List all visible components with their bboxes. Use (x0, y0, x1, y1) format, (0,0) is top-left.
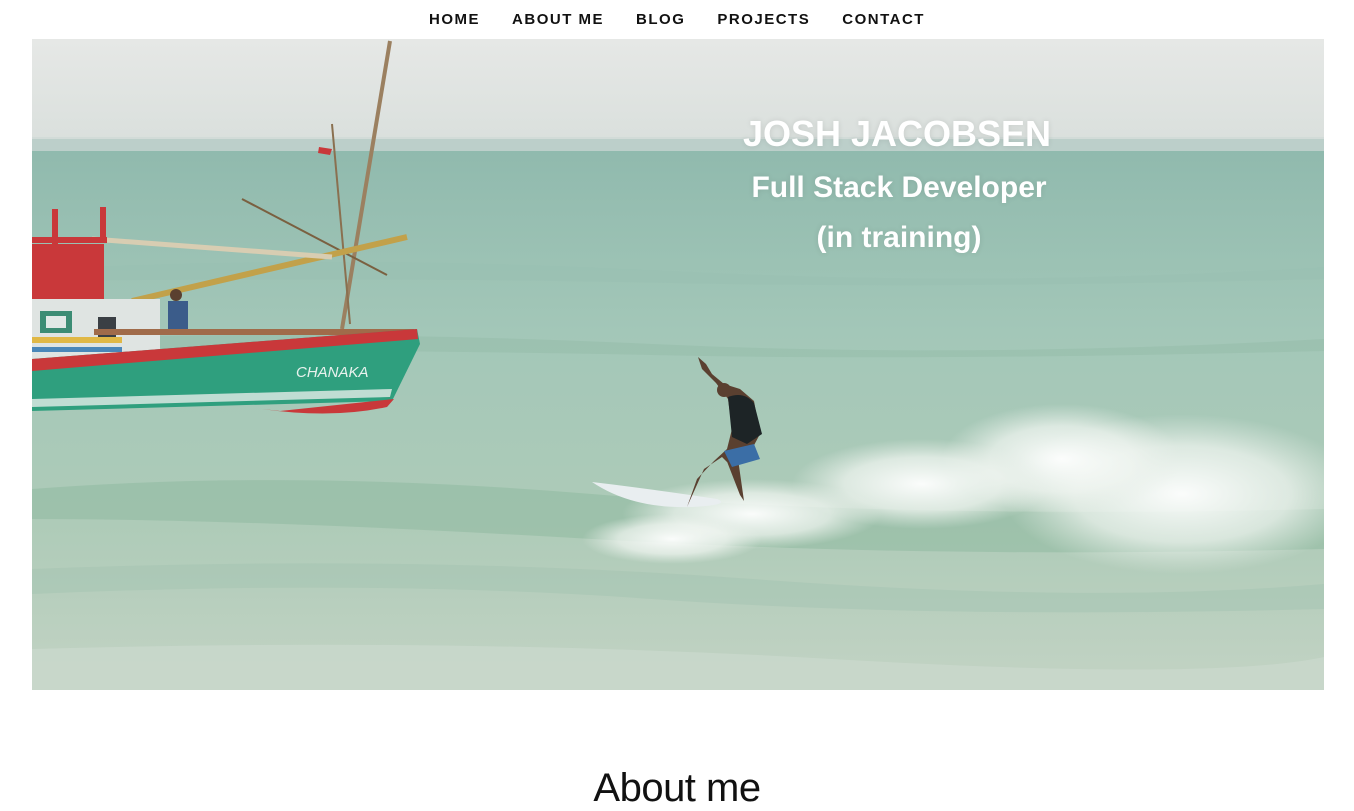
about-me-heading: About me (593, 766, 761, 810)
nav-contact[interactable]: CONTACT (842, 12, 925, 27)
nav-projects[interactable]: PROJECTS (717, 12, 810, 27)
nav-about-me[interactable]: ABOUT ME (512, 12, 604, 27)
boat-name-text: CHANAKA (296, 364, 369, 381)
hero-photo-surfer: CHANAKA (32, 39, 1324, 690)
nav-home[interactable]: HOME (429, 12, 480, 27)
hero-banner: CHANAKA JOSH JACOBSEN Full Stack Develop… (32, 39, 1324, 690)
nav-blog[interactable]: BLOG (636, 12, 685, 27)
main-nav: HOME ABOUT ME BLOG PROJECTS CONTACT (0, 0, 1354, 39)
